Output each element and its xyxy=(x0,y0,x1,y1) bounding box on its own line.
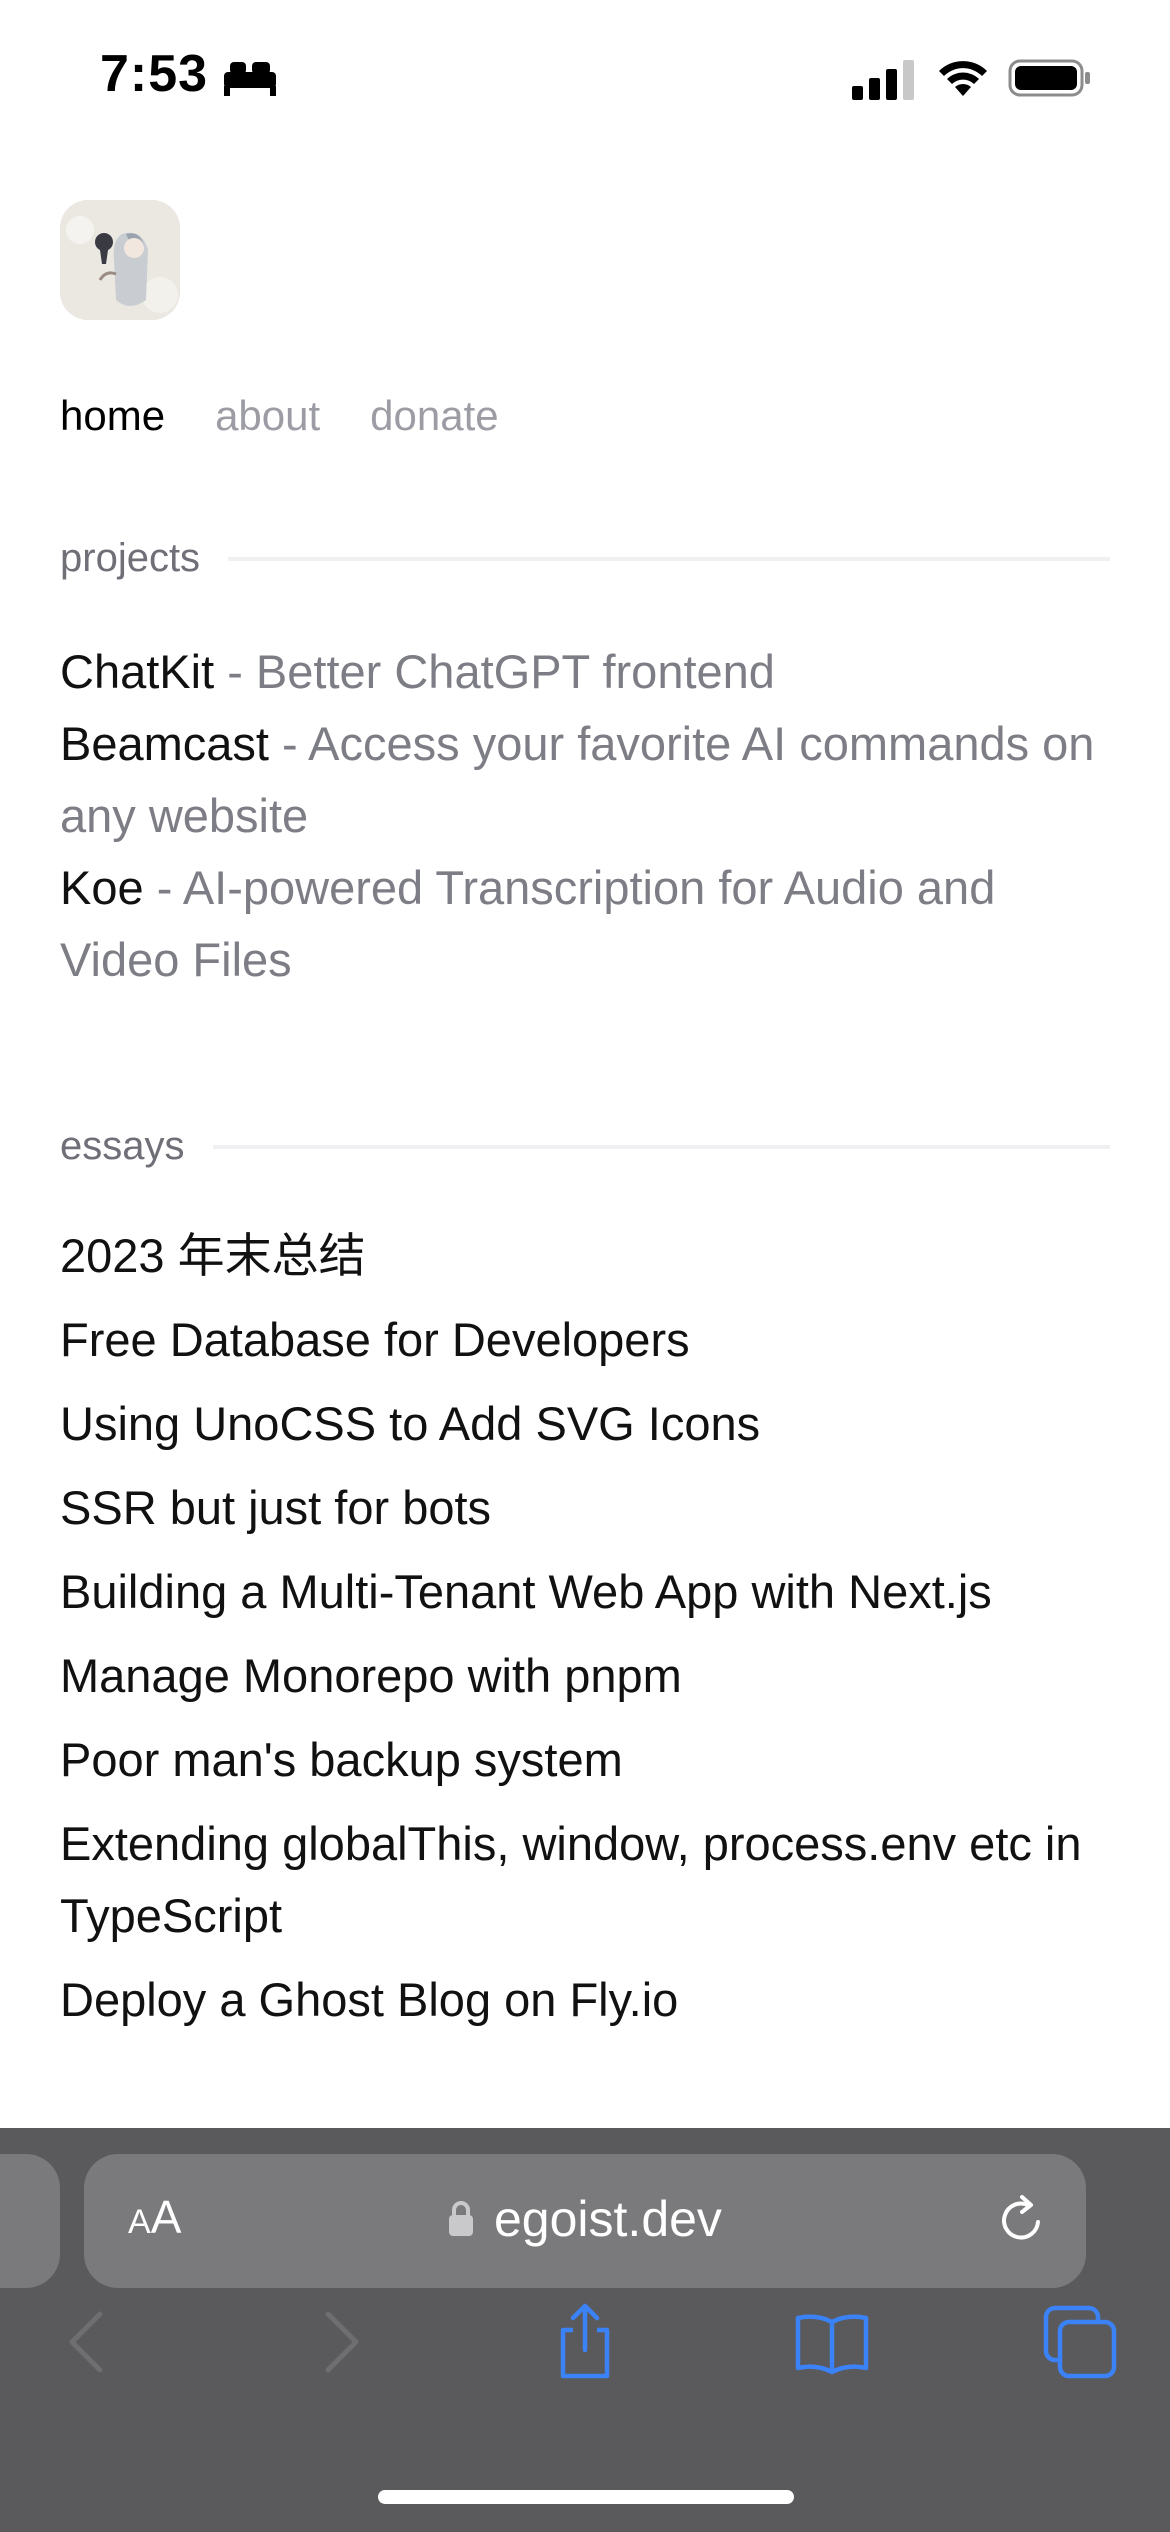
site-avatar[interactable] xyxy=(60,200,180,320)
project-item: Koe - AI-powered Transcription for Audio… xyxy=(60,852,1120,996)
previous-tab-preview[interactable] xyxy=(0,2154,60,2288)
reload-icon[interactable] xyxy=(994,2192,1050,2248)
project-link-chatkit[interactable]: ChatKit xyxy=(60,645,214,698)
avatar-illustration-icon xyxy=(60,200,180,320)
main-nav: home about donate xyxy=(60,392,499,440)
essay-link[interactable]: SSR but just for bots xyxy=(60,1472,1120,1544)
projects-list: ChatKit - Better ChatGPT frontend Beamca… xyxy=(60,636,1120,996)
nav-about-link[interactable]: about xyxy=(215,392,320,440)
home-indicator[interactable] xyxy=(378,2490,794,2504)
address-bar[interactable]: AA egoist.dev xyxy=(84,2154,1086,2288)
essays-divider xyxy=(212,1144,1110,1149)
url-text[interactable]: egoist.dev xyxy=(494,2190,722,2248)
share-icon[interactable] xyxy=(545,2302,625,2382)
lock-icon xyxy=(449,2201,473,2236)
project-description: - AI-powered Transcription for Audio and… xyxy=(60,861,996,986)
essay-link[interactable]: Deploy a Ghost Blog on Fly.io xyxy=(60,1964,1120,2036)
project-description: - Better ChatGPT frontend xyxy=(214,645,775,698)
status-bar: 7:53 xyxy=(0,0,1170,150)
essay-link[interactable]: Extending globalThis, window, process.en… xyxy=(60,1808,1120,1952)
battery-icon xyxy=(1008,59,1090,97)
tabs-icon[interactable] xyxy=(1040,2302,1120,2382)
essays-list: 2023 年末总结 Free Database for Developers U… xyxy=(60,1220,1120,2048)
essay-link[interactable]: Building a Multi-Tenant Web App with Nex… xyxy=(60,1556,1120,1628)
essay-link[interactable]: Free Database for Developers xyxy=(60,1304,1120,1376)
project-item: Beamcast - Access your favorite AI comma… xyxy=(60,708,1120,852)
essay-link[interactable]: Manage Monorepo with pnpm xyxy=(60,1640,1120,1712)
cellular-signal-icon xyxy=(852,60,914,100)
project-link-koe[interactable]: Koe xyxy=(60,861,144,914)
essay-link[interactable]: 2023 年末总结 xyxy=(60,1220,1120,1292)
nav-home-link[interactable]: home xyxy=(60,392,165,440)
essays-heading: essays xyxy=(60,1124,185,1168)
project-link-beamcast[interactable]: Beamcast xyxy=(60,717,269,770)
wifi-icon xyxy=(939,61,987,96)
essay-link[interactable]: Poor man's backup system xyxy=(60,1724,1120,1796)
project-item: ChatKit - Better ChatGPT frontend xyxy=(60,636,1120,708)
essays-section-header: essays xyxy=(60,1124,1110,1169)
text-size-button[interactable]: AA xyxy=(128,2190,181,2244)
essay-link[interactable]: Using UnoCSS to Add SVG Icons xyxy=(60,1388,1120,1460)
projects-divider xyxy=(228,556,1110,561)
bed-icon xyxy=(224,62,276,96)
projects-heading: projects xyxy=(60,536,201,580)
back-icon[interactable] xyxy=(48,2302,128,2382)
bookmarks-icon[interactable] xyxy=(792,2302,872,2382)
forward-icon[interactable] xyxy=(300,2302,380,2382)
status-time: 7:53 xyxy=(100,45,209,103)
browser-toolbar xyxy=(0,2302,1170,2422)
projects-section-header: projects xyxy=(60,536,1110,581)
nav-donate-link[interactable]: donate xyxy=(370,392,498,440)
